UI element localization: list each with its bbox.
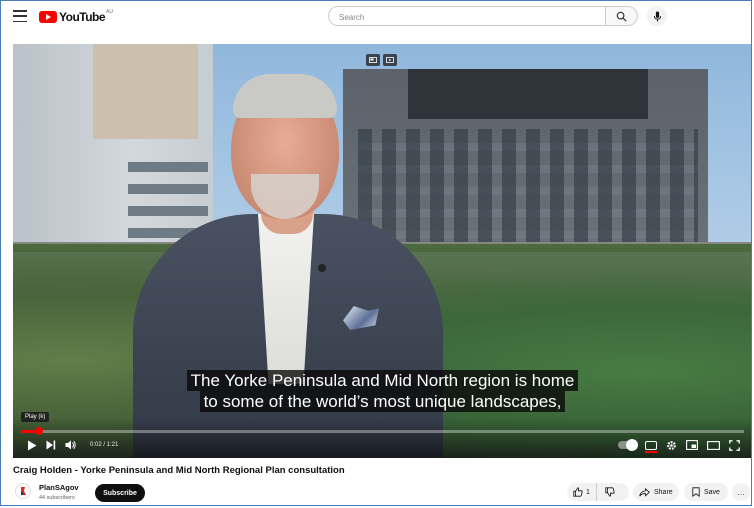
masthead: YouTube AU <box>1 1 751 35</box>
progress-bar[interactable] <box>21 427 744 435</box>
top-overlay-controls <box>366 54 397 66</box>
plansa-logo-icon <box>21 487 26 495</box>
play-icon[interactable] <box>27 440 37 451</box>
time-display: 0:02 / 1:21 <box>90 442 119 448</box>
youtube-play-icon <box>39 11 57 23</box>
channel-avatar[interactable] <box>15 483 31 499</box>
lapel-mic <box>318 264 326 272</box>
dislike-button[interactable] <box>597 483 615 501</box>
save-button[interactable]: Save <box>684 483 728 501</box>
like-dislike-pill: 1 <box>567 483 629 501</box>
thumbs-up-icon <box>573 487 583 497</box>
fullscreen-icon[interactable] <box>729 439 740 451</box>
search-input[interactable] <box>337 8 581 27</box>
caption-line: to some of the world’s most unique lands… <box>199 391 566 412</box>
search-button[interactable] <box>606 6 638 26</box>
search-box[interactable] <box>328 6 606 27</box>
controls-right <box>618 437 740 453</box>
cast-icon[interactable] <box>383 54 397 66</box>
autoplay-toggle[interactable] <box>618 439 638 451</box>
subscribe-button[interactable]: Subscribe <box>95 484 145 502</box>
volume-icon[interactable] <box>65 440 77 450</box>
share-button[interactable]: Share <box>633 483 679 501</box>
video-building-tan <box>93 44 198 139</box>
speaker-hair <box>233 74 337 118</box>
channel-name[interactable]: PlanSAgov <box>39 483 79 492</box>
video-player[interactable]: The Yorke Peninsula and Mid North region… <box>13 44 751 458</box>
theater-icon[interactable] <box>707 440 720 450</box>
scrubber-handle[interactable] <box>35 427 44 435</box>
logo-region: AU <box>106 9 113 15</box>
next-icon[interactable] <box>46 440 56 450</box>
browser-frame: YouTube AU Search The Yorke Peninsula an… <box>0 0 752 506</box>
more-actions-button[interactable]: … <box>732 483 750 501</box>
miniplayer-icon[interactable] <box>686 440 698 450</box>
magnifier-icon <box>616 11 627 22</box>
subtitles-icon[interactable] <box>645 440 657 453</box>
settings-icon[interactable] <box>666 440 677 451</box>
bookmark-icon <box>692 487 700 497</box>
play-tooltip: Play (k) <box>21 412 50 422</box>
youtube-logo[interactable]: YouTube AU <box>39 9 113 24</box>
caption-overlay: The Yorke Peninsula and Mid North region… <box>13 370 751 412</box>
like-button[interactable]: 1 <box>567 483 597 501</box>
thumbs-down-icon <box>605 487 615 497</box>
logo-text: YouTube <box>59 10 106 24</box>
share-icon <box>639 487 650 497</box>
hamburger-menu-icon[interactable] <box>13 10 27 22</box>
subscriber-count: 44 subscribers <box>39 495 75 501</box>
voice-search-button[interactable] <box>647 6 667 26</box>
controls-left: 0:02 / 1:21 <box>27 437 118 453</box>
save-label: Save <box>704 488 720 496</box>
video-building-top <box>408 69 648 119</box>
video-title: Craig Holden - Yorke Peninsula and Mid N… <box>13 465 345 476</box>
caption-line: The Yorke Peninsula and Mid North region… <box>186 370 579 391</box>
share-label: Share <box>654 488 673 496</box>
like-count: 1 <box>586 488 590 496</box>
pip-icon[interactable] <box>366 54 380 66</box>
microphone-icon <box>653 11 661 21</box>
